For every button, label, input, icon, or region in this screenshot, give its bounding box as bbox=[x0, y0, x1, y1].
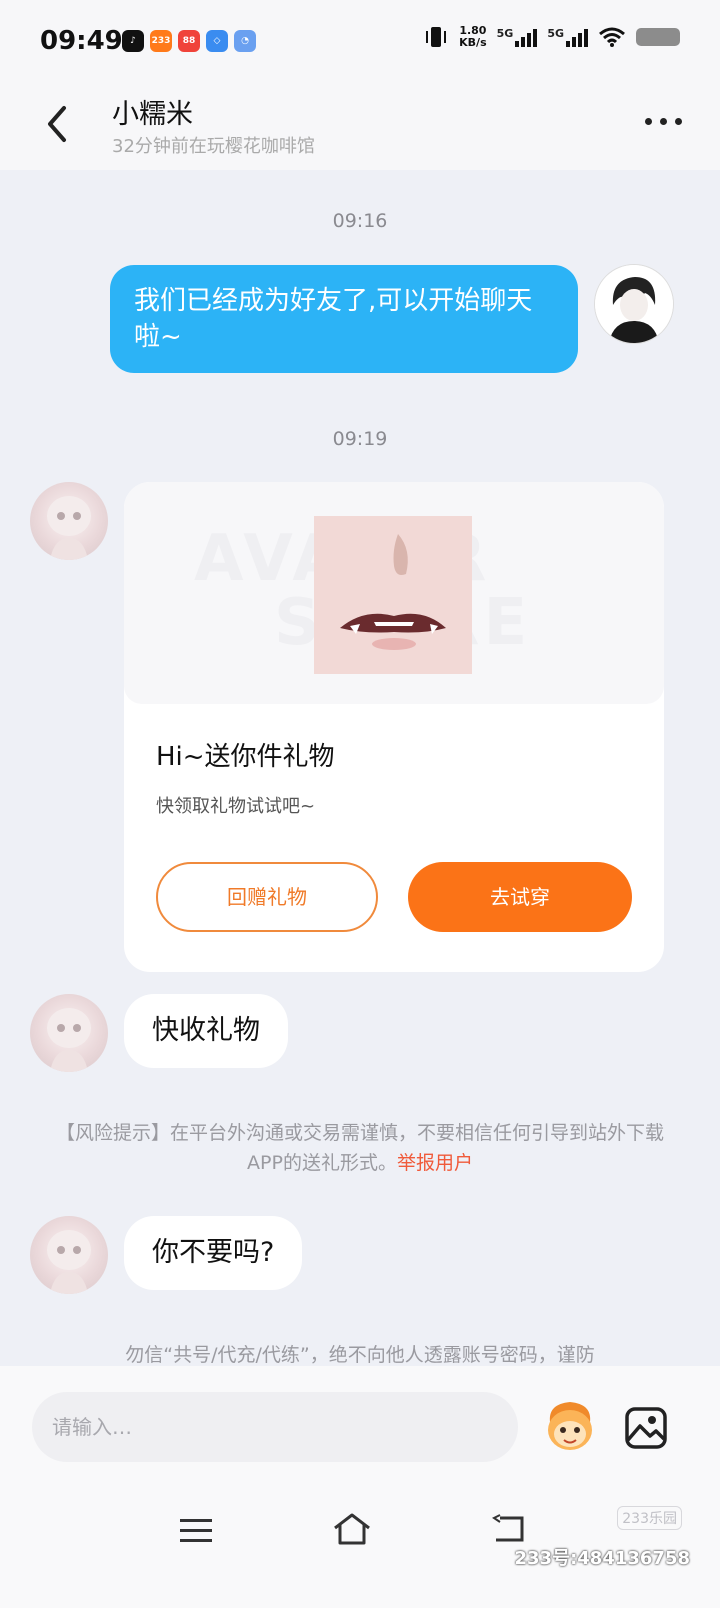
contact-avatar[interactable] bbox=[30, 1216, 108, 1294]
more-options-icon[interactable] bbox=[645, 118, 682, 125]
back-arrow-icon[interactable] bbox=[42, 104, 74, 144]
back-icon[interactable] bbox=[492, 1514, 526, 1544]
gift-title: Hi~送你件礼物 bbox=[156, 742, 335, 772]
doc-app-icon: ◔ bbox=[234, 30, 256, 52]
image-picker-icon[interactable] bbox=[624, 1406, 668, 1450]
gift-subtitle: 快领取礼物试试吧~ bbox=[156, 796, 316, 817]
return-gift-button[interactable]: 回赠礼物 bbox=[156, 862, 378, 932]
signal-bars-icon bbox=[515, 27, 538, 47]
contact-status: 32分钟前在玩樱花咖啡馆 bbox=[112, 136, 315, 157]
avatar-character-icon bbox=[47, 1008, 91, 1072]
signal-bars-icon bbox=[566, 27, 588, 47]
timestamp: 09:16 bbox=[332, 210, 388, 232]
emoji-sticker-icon[interactable] bbox=[540, 1396, 600, 1456]
signal-5g-2: 5G bbox=[547, 27, 588, 47]
avatar-character-icon bbox=[47, 496, 91, 560]
chat-header: 小糯米 32分钟前在玩樱花咖啡馆 bbox=[0, 84, 720, 170]
contact-message-bubble[interactable]: 快收礼物 bbox=[124, 994, 288, 1068]
input-bar bbox=[0, 1366, 720, 1486]
gift-face-item bbox=[314, 516, 472, 674]
avatar-character-icon bbox=[47, 1230, 91, 1294]
try-on-button[interactable]: 去试穿 bbox=[408, 862, 632, 932]
status-time: 09:49 bbox=[40, 26, 123, 56]
app-watermark-badge: 233乐园 bbox=[617, 1506, 682, 1530]
vibrate-icon bbox=[426, 27, 447, 47]
music-app-icon: ♪ bbox=[122, 30, 144, 52]
system-nav-bar: 233乐园 233号:484136758 bbox=[0, 1486, 720, 1608]
net-speed: 1.80 KB/s bbox=[459, 25, 486, 49]
contact-message-bubble[interactable]: 你不要吗? bbox=[124, 1216, 303, 1290]
red-app-icon: 88 bbox=[178, 30, 200, 52]
233-app-icon: 233 bbox=[150, 30, 172, 52]
my-message-bubble[interactable]: 我们已经成为好友了,可以开始聊天啦~ bbox=[110, 265, 578, 373]
signal-5g-1: 5G bbox=[497, 27, 538, 47]
account-safety-warning: 勿信“共号/代充/代练”，绝不向他人透露账号密码，谨防 bbox=[125, 1344, 595, 1366]
user-id-watermark: 233号:484136758 bbox=[514, 1548, 691, 1569]
risk-warning-text: 【风险提示】在平台外沟通或交易需谨慎，不要相信任何引导到站外下载APP的送礼形式… bbox=[56, 1122, 665, 1174]
message-input[interactable] bbox=[32, 1392, 518, 1462]
status-indicators: 1.80 KB/s 5G 5G bbox=[423, 24, 680, 50]
blue-app-icon: ◇ bbox=[206, 30, 228, 52]
notification-icons: ♪ 233 88 ◇ ◔ bbox=[122, 30, 256, 52]
gift-preview: AVATAR STORE bbox=[124, 482, 664, 704]
risk-warning: 【风险提示】在平台外沟通或交易需谨慎，不要相信任何引导到站外下载APP的送礼形式… bbox=[56, 1118, 664, 1178]
battery-icon bbox=[636, 28, 680, 46]
recent-apps-icon[interactable] bbox=[180, 1518, 212, 1544]
signal-label: 5G bbox=[547, 27, 564, 40]
contact-name: 小糯米 bbox=[112, 99, 193, 130]
status-bar: 09:49 ♪ 233 88 ◇ ◔ 1.80 KB/s 5G 5G bbox=[0, 0, 720, 84]
my-avatar[interactable] bbox=[594, 264, 674, 344]
signal-label: 5G bbox=[496, 27, 514, 40]
contact-avatar[interactable] bbox=[30, 994, 108, 1072]
gift-card[interactable]: AVATAR STORE Hi~送你件礼物 快领取礼物试试吧~ 回赠礼物 去试穿 bbox=[124, 482, 664, 972]
net-speed-unit: KB/s bbox=[459, 36, 487, 49]
timestamp: 09:19 bbox=[332, 428, 388, 450]
avatar-portrait-icon bbox=[595, 265, 673, 343]
report-user-link[interactable]: 举报用户 bbox=[397, 1152, 473, 1174]
wifi-icon bbox=[599, 27, 625, 47]
contact-avatar[interactable] bbox=[30, 482, 108, 560]
home-icon[interactable] bbox=[332, 1512, 372, 1546]
